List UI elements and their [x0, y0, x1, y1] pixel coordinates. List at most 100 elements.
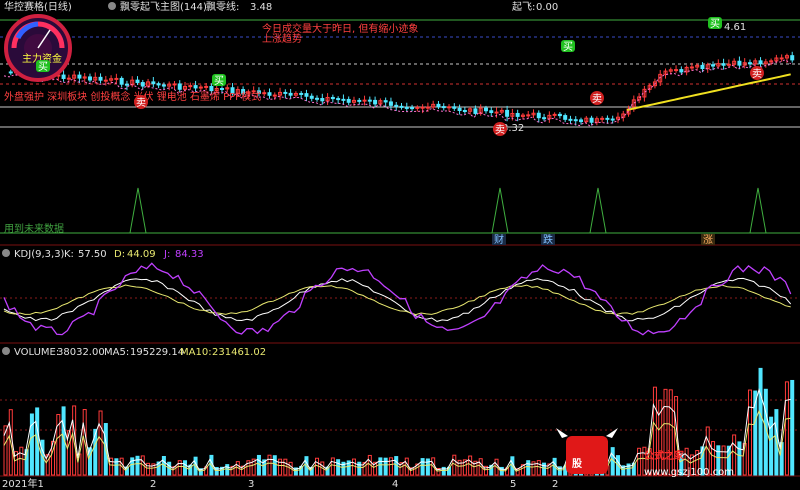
candle — [790, 55, 795, 61]
volume-bar — [336, 459, 341, 476]
candle — [151, 81, 156, 85]
line-value: 3.48 — [250, 2, 272, 13]
candle — [309, 95, 314, 99]
candle — [489, 110, 494, 114]
signal-spike-line — [0, 187, 800, 234]
candle — [758, 60, 763, 65]
header: 华控赛格(日线) 飘零起飞主图(144) 飘零线: 3.48 起飞: 0.00 — [4, 0, 558, 13]
volume-ma10-label: MA10: — [180, 347, 212, 358]
candle — [410, 107, 415, 110]
volume-bar — [272, 455, 277, 476]
candle — [204, 85, 209, 88]
volume-bar — [98, 410, 103, 476]
candle — [452, 106, 457, 109]
settings-icon[interactable] — [108, 2, 116, 10]
candle — [272, 94, 277, 97]
volume-ma5-label: MA5: — [104, 347, 129, 358]
candle — [373, 99, 378, 105]
candle — [494, 111, 499, 114]
indicator-name: 飘零起飞主图(144) — [120, 1, 207, 13]
candle — [711, 64, 716, 67]
candle — [304, 93, 309, 97]
candle — [557, 113, 562, 117]
candle — [209, 85, 214, 92]
candle — [103, 79, 108, 82]
x-label: 2 — [552, 479, 558, 490]
kdj-d-value: 44.09 — [127, 249, 156, 260]
volume-bar — [114, 458, 119, 476]
candle — [77, 74, 82, 79]
svg-text:卖: 卖 — [495, 124, 505, 136]
line-label: 飘零线: — [206, 0, 239, 13]
kdj-j-label: J: — [163, 249, 170, 260]
candle — [425, 106, 430, 109]
volume-bar — [357, 461, 362, 476]
candle — [177, 83, 182, 90]
x-label: 3 — [248, 479, 254, 490]
candle — [483, 107, 488, 112]
candle — [61, 74, 66, 79]
band-tag-1: 财 — [494, 233, 504, 246]
candle — [700, 64, 705, 70]
band-tags: 财 跌 涨 — [492, 233, 715, 246]
volume-bar — [267, 454, 272, 476]
candle — [579, 119, 584, 123]
volume-ma5-value: 195229.14 — [130, 347, 184, 358]
volume-bar — [542, 462, 547, 476]
buy-marker: 买 — [212, 74, 226, 87]
watermark-logo: 股 公式之家 www.gszj100.com — [556, 428, 734, 478]
candle — [288, 92, 293, 96]
volume-bar — [790, 379, 795, 476]
candle — [262, 92, 267, 95]
candle — [600, 117, 605, 120]
volume-bar — [177, 460, 182, 476]
kdj-j-value: 84.33 — [175, 249, 204, 260]
candle — [135, 79, 140, 84]
candle — [747, 62, 752, 65]
volume-bar — [526, 460, 531, 476]
candle — [568, 118, 573, 121]
svg-text:卖: 卖 — [752, 68, 762, 80]
volume-bar — [29, 413, 34, 476]
candle — [441, 106, 446, 109]
volume-bar — [747, 389, 752, 476]
buy-marker: 买 — [561, 40, 575, 53]
volume-bar — [283, 458, 288, 476]
svg-text:卖: 卖 — [136, 97, 146, 109]
candle — [689, 66, 694, 69]
settings-icon[interactable] — [2, 347, 10, 355]
volume-bar — [146, 462, 151, 476]
candle — [188, 85, 193, 88]
volume-bar — [109, 457, 114, 476]
candle — [515, 112, 520, 117]
right-value: 0.00 — [536, 2, 558, 13]
watermark-url: www.gszj100.com — [644, 467, 734, 478]
candle — [457, 107, 462, 112]
candle — [267, 92, 272, 96]
candle — [172, 83, 177, 86]
volume-bar — [330, 457, 335, 476]
volume-bar — [668, 389, 673, 476]
candle — [341, 98, 346, 101]
kdj-d-label: D: — [114, 249, 125, 260]
candle — [367, 99, 372, 102]
candle — [462, 110, 467, 113]
candle — [605, 117, 610, 120]
candle — [505, 109, 510, 117]
sell-marker: 卖 — [590, 91, 604, 105]
candle — [8, 71, 13, 74]
kdj-k-label: K: — [64, 249, 74, 260]
volume-ma10-value: 231461.02 — [212, 347, 266, 358]
candle — [404, 106, 409, 109]
x-label: 2021年1 — [2, 477, 44, 490]
sell-marker: 卖 — [134, 95, 148, 109]
settings-icon[interactable] — [2, 249, 10, 257]
candle — [436, 103, 441, 108]
kdj-d-line — [3, 284, 791, 316]
x-label: 4 — [392, 479, 398, 490]
stock-chart[interactable]: 华控赛格(日线) 飘零起飞主图(144) 飘零线: 3.48 起飞: 0.00 … — [0, 0, 800, 490]
candle — [589, 117, 594, 123]
candle — [737, 60, 742, 66]
volume-bar — [637, 447, 642, 476]
candle — [98, 76, 103, 81]
